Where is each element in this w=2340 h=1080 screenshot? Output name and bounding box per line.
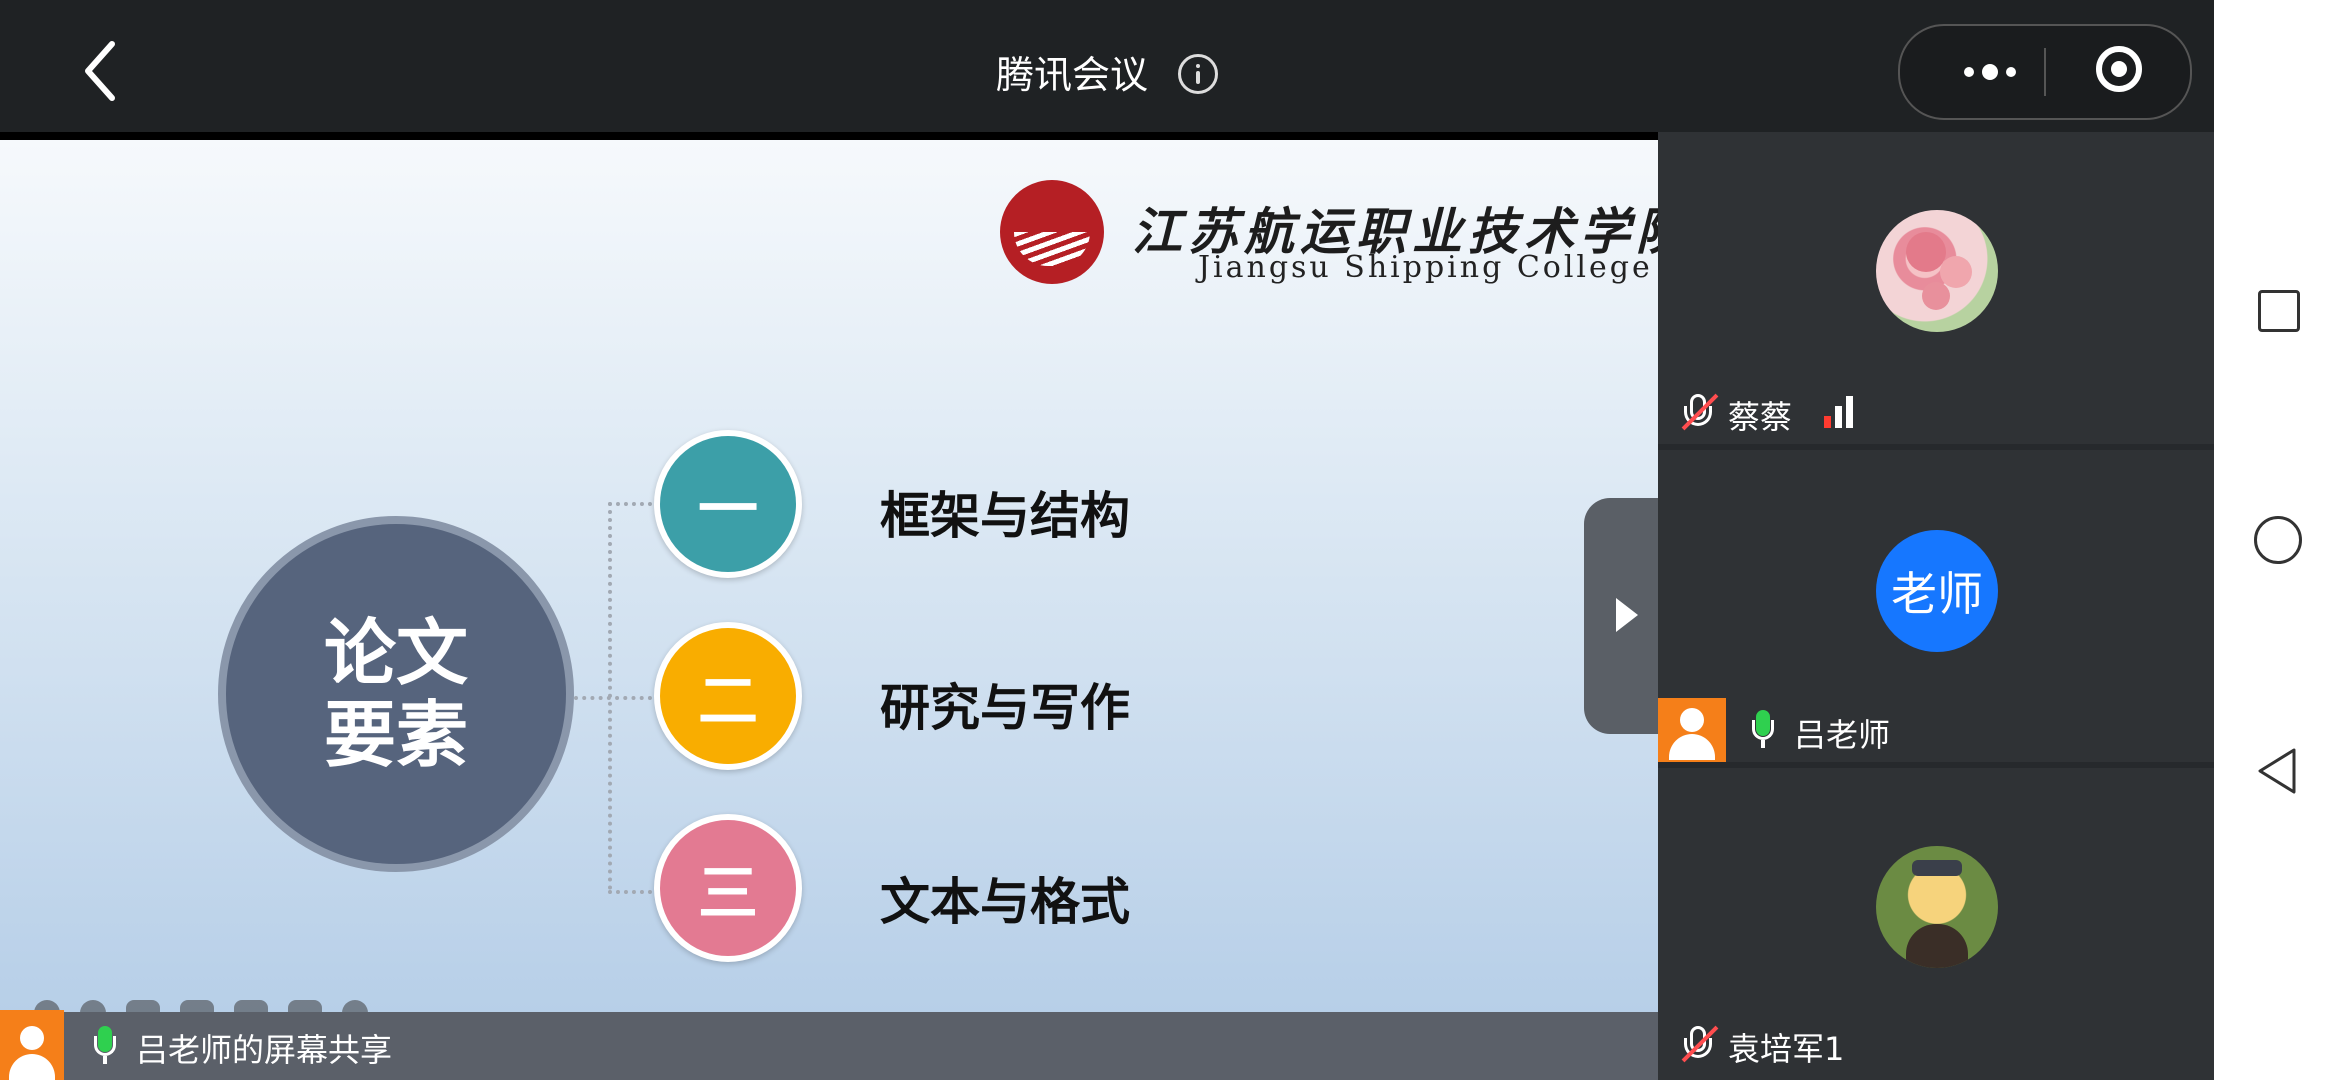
close-target-icon[interactable] bbox=[2096, 46, 2142, 92]
center-title-line1: 论文 bbox=[323, 611, 468, 695]
participant-name: 吕老师 bbox=[1794, 716, 1891, 754]
center-title-line2: 要素 bbox=[323, 693, 468, 777]
participant-tile[interactable]: 袁培军1 bbox=[1658, 768, 2214, 1080]
center-topic-circle: 论文 要素 bbox=[218, 516, 574, 872]
college-name-en: Jiangsu Shipping College bbox=[1198, 250, 1653, 285]
connector-line bbox=[608, 890, 652, 894]
recent-apps-icon[interactable] bbox=[2258, 290, 2300, 332]
mini-program-capsule bbox=[1898, 24, 2192, 120]
screen-share-label: 吕老师的屏幕共享 bbox=[136, 1031, 393, 1069]
top-bar: 腾讯会议 bbox=[0, 0, 2214, 132]
college-logo bbox=[1000, 180, 1104, 284]
item-label-2: 研究与写作 bbox=[880, 679, 1130, 737]
avatar bbox=[1876, 846, 1998, 968]
avatar: 老师 bbox=[1876, 530, 1998, 652]
signal-strength-icon bbox=[1824, 396, 1853, 428]
capsule-divider bbox=[2044, 48, 2046, 96]
more-dots-icon[interactable] bbox=[1940, 48, 2040, 96]
mic-on-icon bbox=[1752, 710, 1774, 748]
home-icon[interactable] bbox=[2254, 516, 2302, 564]
back-triangle-icon[interactable] bbox=[2254, 746, 2298, 796]
host-badge-icon bbox=[1658, 698, 1726, 762]
meeting-title-wrap: 腾讯会议 bbox=[0, 44, 2214, 99]
mic-on-icon bbox=[94, 1026, 116, 1064]
shared-screen[interactable]: 江苏航运职业技术学院 Jiangsu Shipping College 论文 要… bbox=[0, 132, 1658, 1012]
expand-panel-tab[interactable] bbox=[1584, 498, 1658, 734]
presenter-avatar-icon bbox=[0, 1010, 64, 1080]
item-number-3: 三 bbox=[654, 814, 802, 962]
participant-name: 蔡蔡 bbox=[1728, 398, 1793, 436]
item-label-1: 框架与结构 bbox=[880, 487, 1130, 545]
item-label-3: 文本与格式 bbox=[880, 873, 1130, 931]
participant-tile[interactable]: 老师 bbox=[1658, 450, 2214, 762]
mic-muted-icon bbox=[1680, 1024, 1719, 1066]
connector-line bbox=[608, 502, 652, 506]
meeting-title: 腾讯会议 bbox=[995, 53, 1148, 97]
avatar bbox=[1876, 210, 1998, 332]
info-icon[interactable] bbox=[1178, 53, 1219, 94]
connector-line bbox=[574, 696, 652, 700]
item-number-1: 一 bbox=[654, 430, 802, 578]
participant-tile[interactable]: 蔡蔡 bbox=[1658, 132, 2214, 444]
item-number-2: 二 bbox=[654, 622, 802, 770]
mic-muted-icon bbox=[1680, 392, 1719, 434]
participant-name: 袁培军1 bbox=[1728, 1030, 1845, 1068]
